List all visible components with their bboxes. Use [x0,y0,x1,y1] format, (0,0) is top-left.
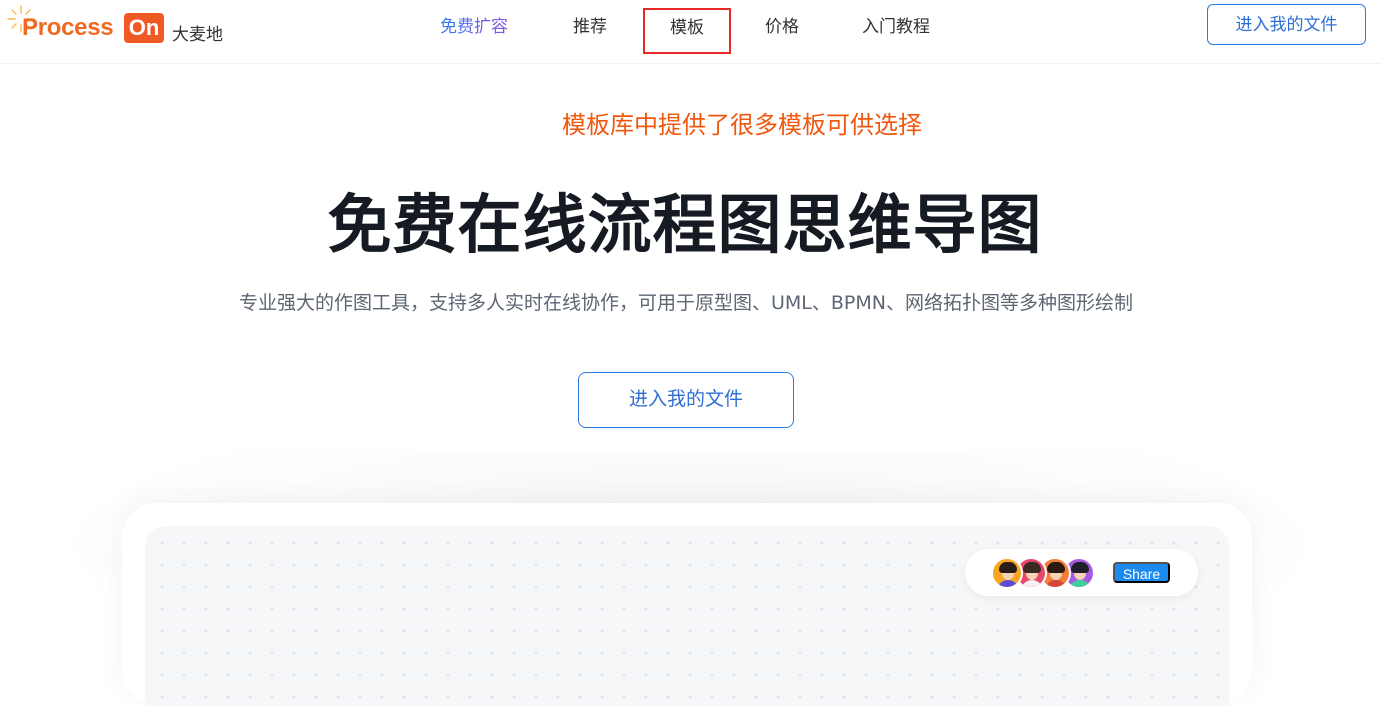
avatar-hair [1047,562,1065,573]
hero-subtitle: 专业强大的作图工具，支持多人实时在线协作，可用于原型图、UML、BPMN、网络拓… [239,292,1133,314]
hero-title: 免费在线流程图思维导图 [327,189,1043,263]
collaborator-bar: Share [965,549,1198,596]
logo-wordmark: Process [22,14,114,41]
nav-recommend[interactable]: 推荐 [573,14,607,40]
logo-subtitle: 大麦地 [172,25,223,45]
top-header: Process On 大麦地 免费扩容 推荐 模板 价格 入门教程 进入我的文件 [0,0,1380,64]
avatar-body [1045,580,1067,587]
avatar-hair [1023,562,1041,573]
avatar-body [1021,580,1043,587]
share-button[interactable]: Share [1113,562,1170,583]
nav-templates[interactable]: 模板 [643,8,731,54]
header-my-files-button[interactable]: 进入我的文件 [1207,4,1366,45]
nav-free-expansion[interactable]: 免费扩容 [440,14,508,40]
template-annotation: 模板库中提供了很多模板可供选择 [562,111,922,139]
nav-tutorial[interactable]: 入门教程 [862,14,930,40]
processon-logo[interactable]: Process On 大麦地 [6,4,236,48]
avatar-body [997,580,1019,587]
hero-my-files-button[interactable]: 进入我的文件 [578,372,794,428]
logo-badge: On [124,13,164,43]
avatar-hair [999,562,1017,573]
avatar[interactable] [991,557,1023,589]
avatar-hair [1071,562,1089,573]
avatar-body [1069,580,1091,587]
nav-pricing[interactable]: 价格 [765,14,799,40]
